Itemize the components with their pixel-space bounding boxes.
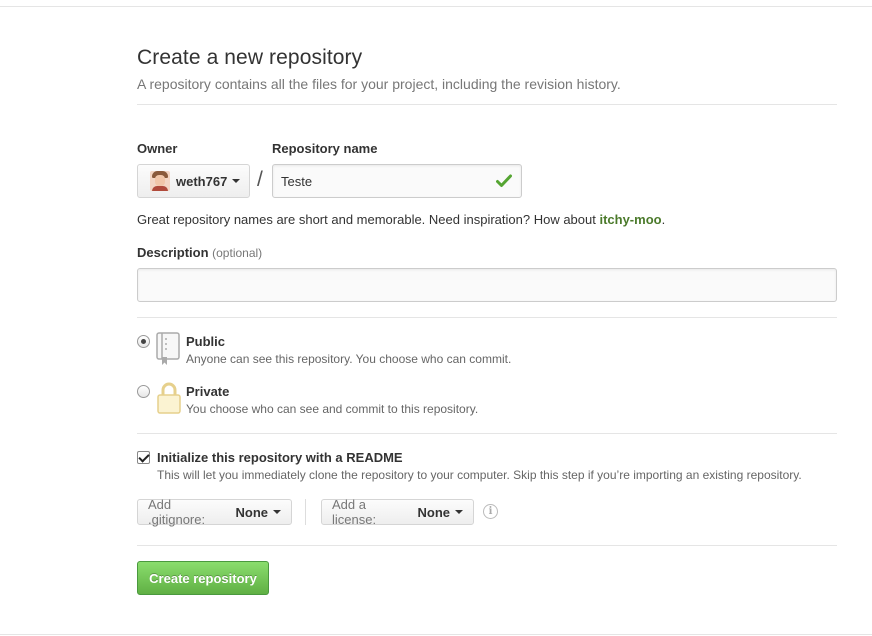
chevron-down-icon [273,510,281,514]
public-radio[interactable] [137,335,150,348]
public-description: Anyone can see this repository. You choo… [186,352,512,366]
owner-select[interactable]: weth767 [137,164,250,198]
owner-label: Owner [137,141,178,156]
divider [137,545,837,546]
private-radio[interactable] [137,385,150,398]
optional-tag: (optional) [212,246,263,260]
create-repository-button[interactable]: Create repository [137,561,269,595]
private-title: Private [186,384,230,399]
lock-icon [157,382,181,414]
divider [137,104,837,105]
info-icon[interactable]: i [483,504,498,519]
name-suggestion-link[interactable]: itchy-moo [599,212,661,227]
select-divider [305,499,306,525]
repo-name-label: Repository name [272,141,378,156]
divider [137,433,837,434]
private-description: You choose who can see and commit to thi… [186,402,479,416]
repo-name-hint: Great repository names are short and mem… [137,212,666,227]
owner-repo-separator: / [257,168,263,191]
chevron-down-icon [455,510,463,514]
repo-name-input[interactable] [273,165,483,197]
init-readme-title: Initialize this repository with a README [157,450,403,465]
init-readme-checkbox[interactable] [137,451,150,464]
description-input[interactable] [137,268,837,302]
public-title: Public [186,334,226,349]
chevron-down-icon [232,179,241,183]
divider [137,317,837,318]
avatar [150,171,170,191]
init-readme-description: This will let you immediately clone the … [157,468,802,482]
page-title: Create a new repository [137,46,363,69]
bottom-border [0,634,872,635]
check-icon [496,174,512,187]
gitignore-select[interactable]: Add .gitignore: None [137,497,292,527]
repo-icon [156,332,180,365]
license-select[interactable]: Add a license: None [321,497,474,527]
page-subtitle: A repository contains all the files for … [137,76,621,92]
description-label: Description (optional) [137,245,263,260]
top-border [0,0,872,7]
owner-name: weth767 [176,173,228,189]
repo-name-field [272,164,522,198]
